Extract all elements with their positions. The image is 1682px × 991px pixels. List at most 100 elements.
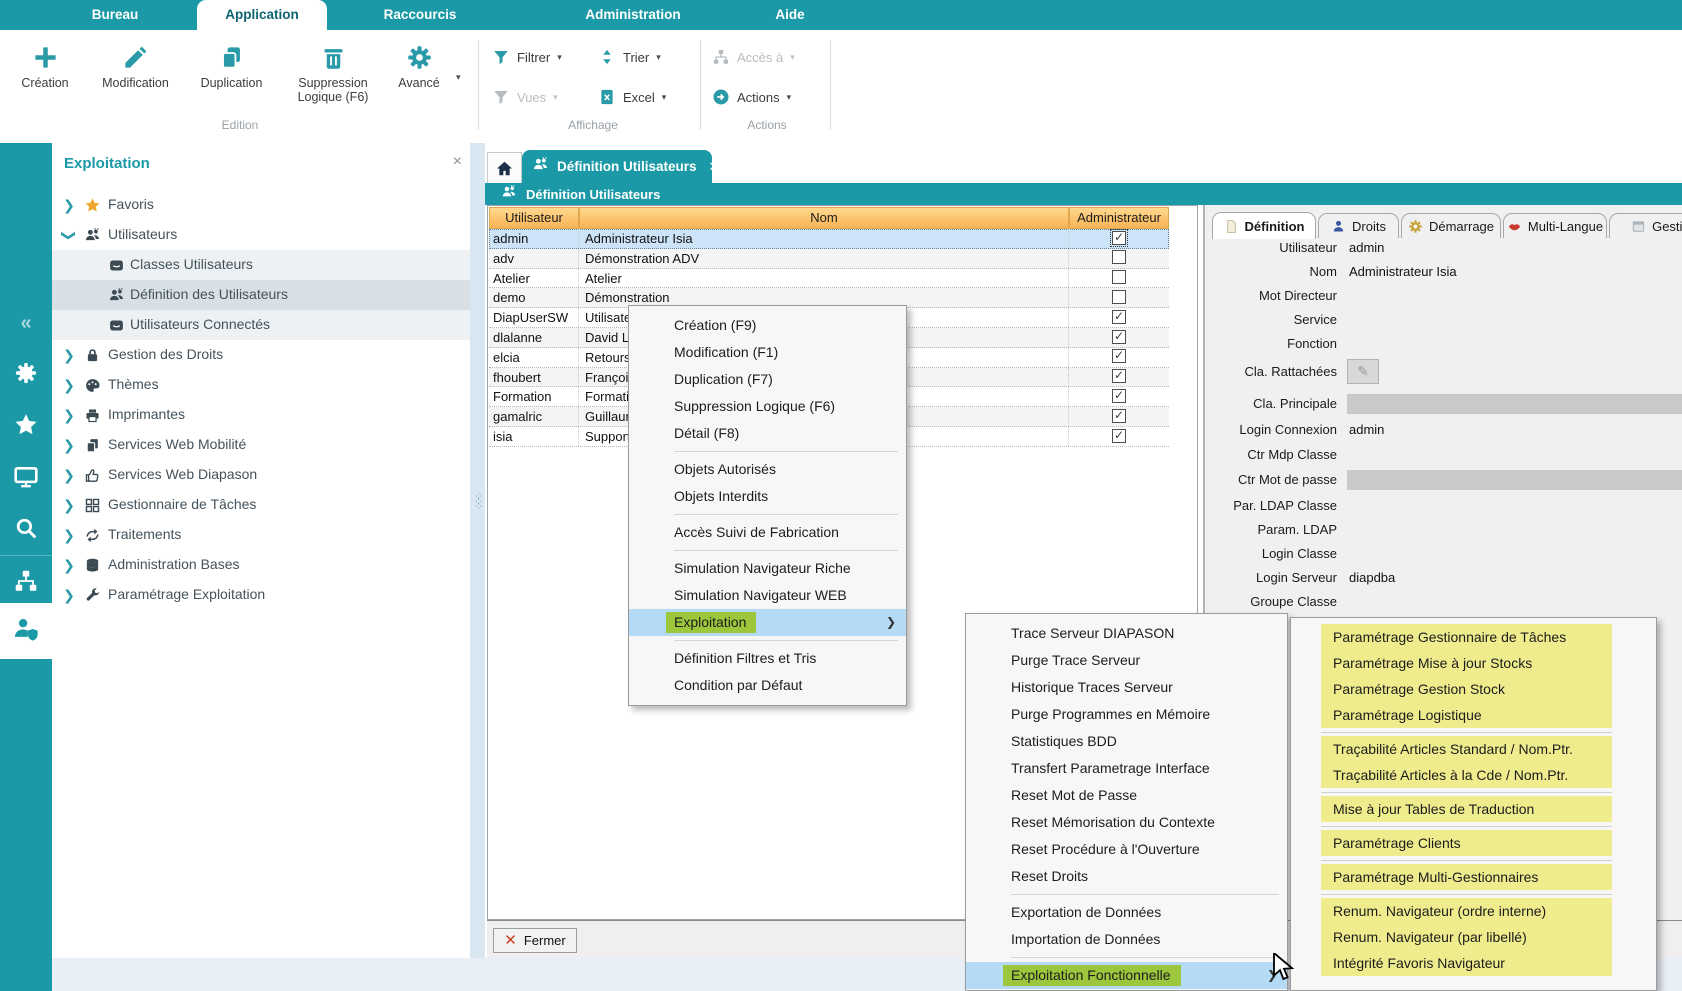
menubar-tab-administration[interactable]: Administration <box>553 0 713 30</box>
ribbon-button-trier[interactable]: Trier▾ <box>598 45 661 69</box>
dropdown-caret-icon[interactable]: ▾ <box>662 92 667 103</box>
menubar-tab-raccourcis[interactable]: Raccourcis <box>360 0 480 30</box>
chevron-right-icon[interactable]: ❯ <box>62 557 76 574</box>
admin-checkbox[interactable]: ✓ <box>1112 389 1126 403</box>
menu-item-transfert-parametrage-interface[interactable]: Transfert Parametrage Interface <box>966 755 1287 782</box>
sidebar-item-imprimantes[interactable]: ❯Imprimantes <box>52 400 470 430</box>
splitter-handle[interactable]: ⁘⁘⁘ <box>474 495 483 510</box>
chevron-down-icon[interactable]: ❯ <box>61 229 78 243</box>
table-row[interactable]: adminAdministrateur Isia✓ <box>489 229 1169 249</box>
search-icon[interactable] <box>0 508 52 548</box>
admin-checkbox[interactable]: ✓ <box>1112 330 1126 344</box>
dropdown-caret-icon[interactable]: ▾ <box>787 92 792 103</box>
menu-item-simulation-navigateur-web[interactable]: Simulation Navigateur WEB <box>629 582 906 609</box>
menu-item-renum--navigateur--par-libellé-[interactable]: Renum. Navigateur (par libellé) <box>1291 924 1656 950</box>
classes-rattachees-button[interactable]: ✎ <box>1347 359 1379 384</box>
admin-checkbox[interactable]: ✓ <box>1112 409 1126 423</box>
menu-item-statistiques-bdd[interactable]: Statistiques BDD <box>966 728 1287 755</box>
sitemap-icon[interactable] <box>0 561 52 601</box>
sidebar-close-icon[interactable]: × <box>453 153 462 171</box>
detail-tab-gestion[interactable]: Gestion <box>1609 213 1682 238</box>
admin-checkbox[interactable] <box>1112 290 1126 304</box>
menu-item-trace-serveur-diapason[interactable]: Trace Serveur DIAPASON <box>966 620 1287 647</box>
detail-tab-définition[interactable]: Définition <box>1212 212 1316 239</box>
menu-item-importation-de-données[interactable]: Importation de Données <box>966 926 1287 953</box>
sidebar-item-gestionnaire-de-tâches[interactable]: ❯Gestionnaire de Tâches <box>52 490 470 520</box>
ribbon-button-filtrer[interactable]: Filtrer▾ <box>492 45 562 69</box>
detail-tab-multi-langue[interactable]: Multi-Langue <box>1503 213 1607 238</box>
chevron-right-icon[interactable]: ❯ <box>62 437 76 454</box>
monitor-icon[interactable] <box>0 457 52 497</box>
table-header-utilisateur[interactable]: Utilisateur <box>489 207 579 229</box>
menu-item-paramétrage-mise-à-jour-stocks[interactable]: Paramétrage Mise à jour Stocks <box>1291 650 1656 676</box>
admin-checkbox[interactable]: ✓ <box>1112 429 1126 443</box>
menu-item-paramétrage-logistique[interactable]: Paramétrage Logistique <box>1291 702 1656 728</box>
menubar-tab-bureau[interactable]: Bureau <box>60 0 170 30</box>
menu-item-condition-par-défaut[interactable]: Condition par Défaut <box>629 672 906 699</box>
sidebar-item-services-web-diapason[interactable]: ❯Services Web Diapason <box>52 460 470 490</box>
ribbon-button-suppression[interactable]: Suppression Logique (F6) <box>280 42 386 120</box>
admin-checkbox[interactable]: ✓ <box>1112 369 1126 383</box>
ribbon-button-avancé[interactable]: Avancé <box>388 42 450 120</box>
admin-checkbox[interactable] <box>1112 270 1126 284</box>
menubar-tab-aide[interactable]: Aide <box>755 0 825 30</box>
menu-item-objets-autorisés[interactable]: Objets Autorisés <box>629 456 906 483</box>
menu-item-paramétrage-gestion-stock[interactable]: Paramétrage Gestion Stock <box>1291 676 1656 702</box>
sidebar-item-utilisateurs[interactable]: ❯Utilisateurs <box>52 220 470 250</box>
menubar-tab-application[interactable]: Application <box>197 0 327 30</box>
sidebar-item-paramétrage-exploitation[interactable]: ❯Paramétrage Exploitation <box>52 580 470 610</box>
ribbon-button-actions[interactable]: Actions▾ <box>712 85 791 109</box>
sidebar-item-gestion-des-droits[interactable]: ❯Gestion des Droits <box>52 340 470 370</box>
menu-item-modification--f1-[interactable]: Modification (F1) <box>629 339 906 366</box>
menu-item-paramétrage-clients[interactable]: Paramétrage Clients <box>1291 830 1656 856</box>
home-tab[interactable] <box>487 152 522 184</box>
menu-item-purge-programmes-en-mémoire[interactable]: Purge Programmes en Mémoire <box>966 701 1287 728</box>
menu-item-création--f9-[interactable]: Création (F9) <box>629 312 906 339</box>
ribbon-button-excel[interactable]: Excel▾ <box>598 85 666 109</box>
menu-item-reset-mémorisation-du-contexte[interactable]: Reset Mémorisation du Contexte <box>966 809 1287 836</box>
chevron-right-icon[interactable]: ❯ <box>62 347 76 364</box>
sidebar-item-définition-des-utilisateurs[interactable]: Définition des Utilisateurs <box>52 280 470 310</box>
chevron-right-icon[interactable]: ❯ <box>62 527 76 544</box>
menu-item-détail--f8-[interactable]: Détail (F8) <box>629 420 906 447</box>
menu-item-intégrité-favoris-navigateur[interactable]: Intégrité Favoris Navigateur <box>1291 950 1656 976</box>
admin-checkbox[interactable]: ✓ <box>1112 310 1126 324</box>
fermer-button[interactable]: ✕ Fermer <box>493 928 577 953</box>
chevron-right-icon[interactable]: ❯ <box>62 467 76 484</box>
sidebar-item-services-web-mobilité[interactable]: ❯Services Web Mobilité <box>52 430 470 460</box>
menu-item-reset-mot-de-passe[interactable]: Reset Mot de Passe <box>966 782 1287 809</box>
menu-item-duplication--f7-[interactable]: Duplication (F7) <box>629 366 906 393</box>
chevron-right-icon[interactable]: ❯ <box>62 587 76 604</box>
menu-item-exportation-de-données[interactable]: Exportation de Données <box>966 899 1287 926</box>
menu-item-reset-droits[interactable]: Reset Droits <box>966 863 1287 890</box>
ribbon-button-duplication[interactable]: Duplication <box>184 42 279 120</box>
menu-item-renum--navigateur--ordre-interne-[interactable]: Renum. Navigateur (ordre interne) <box>1291 898 1656 924</box>
chevron-right-icon[interactable]: ❯ <box>62 377 76 394</box>
dropdown-caret-icon[interactable]: ▾ <box>557 52 562 63</box>
sidebar-item-administration-bases[interactable]: ❯Administration Bases <box>52 550 470 580</box>
menu-item-paramétrage-gestionnaire-de-tâches[interactable]: Paramétrage Gestionnaire de Tâches <box>1291 624 1656 650</box>
menu-item-traçabilité-articles-standard---nom-ptr-[interactable]: Traçabilité Articles Standard / Nom.Ptr. <box>1291 736 1656 762</box>
detail-tab-droits[interactable]: Droits <box>1318 213 1399 238</box>
star-icon[interactable] <box>0 405 52 445</box>
table-header-nom[interactable]: Nom <box>579 207 1069 229</box>
menu-item-mise-à-jour-tables-de-traduction[interactable]: Mise à jour Tables de Traduction <box>1291 796 1656 822</box>
sidebar-item-classes-utilisateurs[interactable]: Classes Utilisateurs <box>52 250 470 280</box>
menu-item-historique-traces-serveur[interactable]: Historique Traces Serveur <box>966 674 1287 701</box>
sidebar-item-thèmes[interactable]: ❯Thèmes <box>52 370 470 400</box>
admin-checkbox[interactable]: ✓ <box>1112 349 1126 363</box>
menu-item-suppression-logique--f6-[interactable]: Suppression Logique (F6) <box>629 393 906 420</box>
table-row[interactable]: AtelierAtelier <box>489 269 1169 289</box>
panel-splitter[interactable]: ⁘⁘⁘ <box>470 143 485 958</box>
user-shield-icon[interactable] <box>0 609 52 649</box>
avance-dropdown-icon[interactable]: ▾ <box>456 72 461 83</box>
table-row[interactable]: advDémonstration ADV <box>489 249 1169 269</box>
sidebar-item-favoris[interactable]: ❯Favoris <box>52 190 470 220</box>
menu-item-paramétrage-multi-gestionnaires[interactable]: Paramétrage Multi-Gestionnaires <box>1291 864 1656 890</box>
wheel-icon[interactable] <box>0 353 52 393</box>
sidebar-item-traitements[interactable]: ❯Traitements <box>52 520 470 550</box>
tab-definition-utilisateurs[interactable]: Définition Utilisateurs ✕ <box>522 150 712 183</box>
menu-item-exploitation[interactable]: Exploitation❯ <box>629 609 906 636</box>
dropdown-caret-icon[interactable]: ▾ <box>553 92 558 103</box>
chevron-right-icon[interactable]: ❯ <box>62 407 76 424</box>
